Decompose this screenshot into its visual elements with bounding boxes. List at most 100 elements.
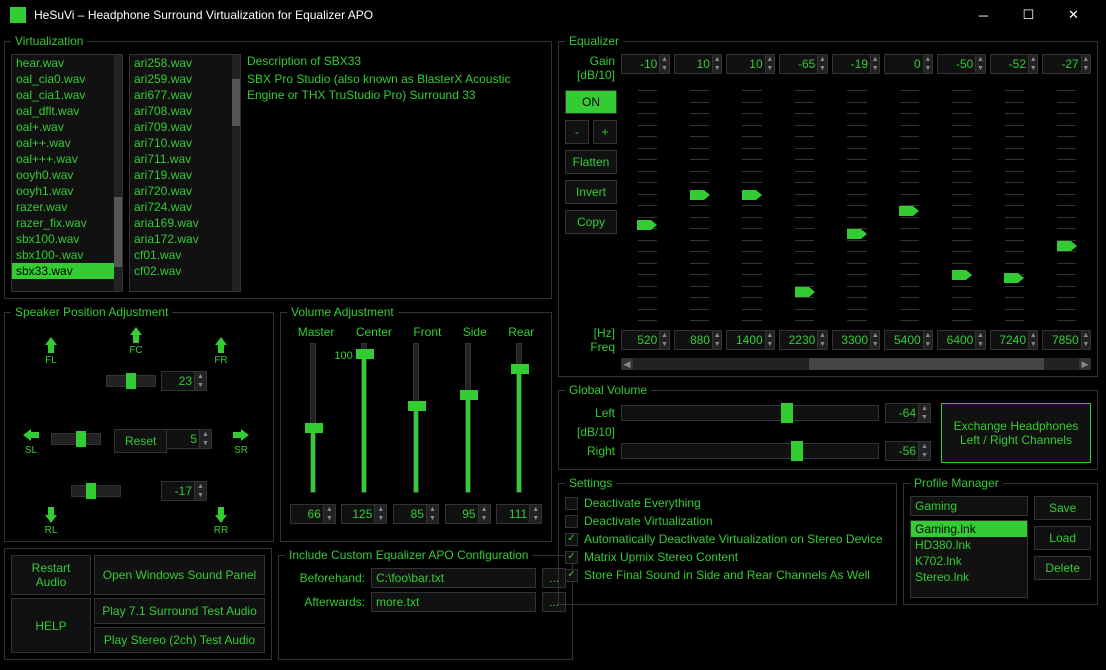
eq-band-slider[interactable]	[780, 90, 828, 320]
rear-position-spin[interactable]: ▲▼	[161, 481, 207, 501]
volume-spin[interactable]: ▲▼	[496, 504, 542, 524]
gain-spin[interactable]: ▲▼	[621, 54, 670, 74]
save-profile-button[interactable]: Save	[1034, 496, 1091, 520]
eq-band-slider[interactable]	[623, 90, 671, 320]
flatten-button[interactable]: Flatten	[565, 150, 617, 174]
list-item[interactable]: sbx100.wav	[12, 231, 122, 247]
eq-on-button[interactable]: ON	[565, 90, 617, 114]
profile-item[interactable]: HD380.lnk	[911, 537, 1027, 553]
afterwards-input[interactable]	[371, 592, 536, 612]
eq-plus-button[interactable]: +	[593, 120, 617, 144]
delete-profile-button[interactable]: Delete	[1034, 556, 1091, 580]
volume-slider[interactable]	[408, 343, 424, 493]
hrir-list-2[interactable]: ari258.wavari259.wavari677.wavari708.wav…	[129, 54, 241, 292]
list-item[interactable]: ari711.wav	[130, 151, 240, 167]
volume-slider[interactable]: 100	[356, 343, 372, 493]
freq-spin[interactable]: ▲▼	[1042, 330, 1091, 350]
eq-band-slider[interactable]	[833, 90, 881, 320]
list-item[interactable]: oal_cia0.wav	[12, 71, 122, 87]
eq-band-slider[interactable]	[885, 90, 933, 320]
checkbox[interactable]	[565, 497, 578, 510]
list-item[interactable]: hear.wav	[12, 55, 122, 71]
list-item[interactable]: oal_dflt.wav	[12, 103, 122, 119]
list-item[interactable]: ari720.wav	[130, 183, 240, 199]
volume-slider[interactable]	[305, 343, 321, 493]
list-item[interactable]: ooyh1.wav	[12, 183, 122, 199]
list-item[interactable]: sbx33.wav	[12, 263, 122, 279]
checkbox[interactable]	[565, 569, 578, 582]
list-item[interactable]: razer_fix.wav	[12, 215, 122, 231]
left-volume-spin[interactable]: ▲▼	[885, 403, 931, 423]
maximize-button[interactable]: ☐	[1006, 0, 1051, 30]
freq-spin[interactable]: ▲▼	[832, 330, 881, 350]
freq-spin[interactable]: ▲▼	[779, 330, 828, 350]
checkbox[interactable]	[565, 533, 578, 546]
list-item[interactable]: ari677.wav	[130, 87, 240, 103]
eq-band-slider[interactable]	[728, 90, 776, 320]
list-item[interactable]: ari719.wav	[130, 167, 240, 183]
freq-spin[interactable]: ▲▼	[726, 330, 775, 350]
eq-band-slider[interactable]	[1043, 90, 1091, 320]
play-stereo-button[interactable]: Play Stereo (2ch) Test Audio	[94, 627, 265, 653]
right-volume-slider[interactable]	[621, 443, 879, 459]
volume-spin[interactable]: ▲▼	[393, 504, 439, 524]
list-item[interactable]: ari258.wav	[130, 55, 240, 71]
hrir-list-1[interactable]: hear.wavoal_cia0.wavoal_cia1.wavoal_dflt…	[11, 54, 123, 292]
scroll-left-icon[interactable]: ◀	[621, 358, 633, 370]
eq-band-slider[interactable]	[990, 90, 1038, 320]
eq-minus-button[interactable]: -	[565, 120, 589, 144]
list-item[interactable]: cf01.wav	[130, 247, 240, 263]
volume-spin[interactable]: ▲▼	[290, 504, 336, 524]
list-item[interactable]: ari709.wav	[130, 119, 240, 135]
eq-scrollbar[interactable]: ◀ ▶	[621, 358, 1091, 370]
profile-item[interactable]: Stereo.lnk	[911, 569, 1027, 585]
settings-checkbox-row[interactable]: Matrix Upmix Stereo Content	[565, 550, 890, 564]
front-position-spin[interactable]: ▲▼	[161, 371, 207, 391]
profile-name-input[interactable]	[910, 496, 1028, 516]
scrollbar[interactable]	[232, 55, 240, 291]
load-profile-button[interactable]: Load	[1034, 526, 1091, 550]
right-volume-spin[interactable]: ▲▼	[885, 441, 931, 461]
gain-spin[interactable]: ▲▼	[884, 54, 933, 74]
list-item[interactable]: ari710.wav	[130, 135, 240, 151]
front-position-slider[interactable]	[106, 375, 156, 387]
profile-item[interactable]: Gaming.lnk	[911, 521, 1027, 537]
checkbox[interactable]	[565, 551, 578, 564]
reset-button[interactable]: Reset	[114, 429, 167, 453]
checkbox[interactable]	[565, 515, 578, 528]
gain-spin[interactable]: ▲▼	[990, 54, 1039, 74]
side-left-slider[interactable]	[51, 433, 101, 445]
volume-slider[interactable]	[460, 343, 476, 493]
rear-position-slider[interactable]	[71, 485, 121, 497]
scrollbar[interactable]	[114, 55, 122, 291]
copy-button[interactable]: Copy	[565, 210, 617, 234]
left-volume-slider[interactable]	[621, 405, 879, 421]
list-item[interactable]: sbx100-.wav	[12, 247, 122, 263]
list-item[interactable]: cf02.wav	[130, 263, 240, 279]
profile-item[interactable]: K702.lnk	[911, 553, 1027, 569]
freq-spin[interactable]: ▲▼	[990, 330, 1039, 350]
gain-spin[interactable]: ▲▼	[674, 54, 723, 74]
settings-checkbox-row[interactable]: Deactivate Virtualization	[565, 514, 890, 528]
exchange-channels-button[interactable]: Exchange Headphones Left / Right Channel…	[941, 403, 1091, 463]
close-button[interactable]: ✕	[1051, 0, 1096, 30]
restart-audio-button[interactable]: Restart Audio	[11, 555, 91, 595]
settings-checkbox-row[interactable]: Deactivate Everything	[565, 496, 890, 510]
freq-spin[interactable]: ▲▼	[674, 330, 723, 350]
list-item[interactable]: oal+++.wav	[12, 151, 122, 167]
play-71-button[interactable]: Play 7.1 Surround Test Audio	[94, 598, 265, 624]
list-item[interactable]: oal+.wav	[12, 119, 122, 135]
freq-spin[interactable]: ▲▼	[937, 330, 986, 350]
list-item[interactable]: ari724.wav	[130, 199, 240, 215]
list-item[interactable]: oal_cia1.wav	[12, 87, 122, 103]
profile-list[interactable]: Gaming.lnkHD380.lnkK702.lnkStereo.lnk	[910, 520, 1028, 598]
list-item[interactable]: ooyh0.wav	[12, 167, 122, 183]
help-button[interactable]: HELP	[11, 598, 91, 653]
scroll-right-icon[interactable]: ▶	[1079, 358, 1091, 370]
eq-band-slider[interactable]	[675, 90, 723, 320]
list-item[interactable]: aria172.wav	[130, 231, 240, 247]
list-item[interactable]: oal++.wav	[12, 135, 122, 151]
settings-checkbox-row[interactable]: Automatically Deactivate Virtualization …	[565, 532, 890, 546]
list-item[interactable]: ari708.wav	[130, 103, 240, 119]
eq-band-slider[interactable]	[938, 90, 986, 320]
